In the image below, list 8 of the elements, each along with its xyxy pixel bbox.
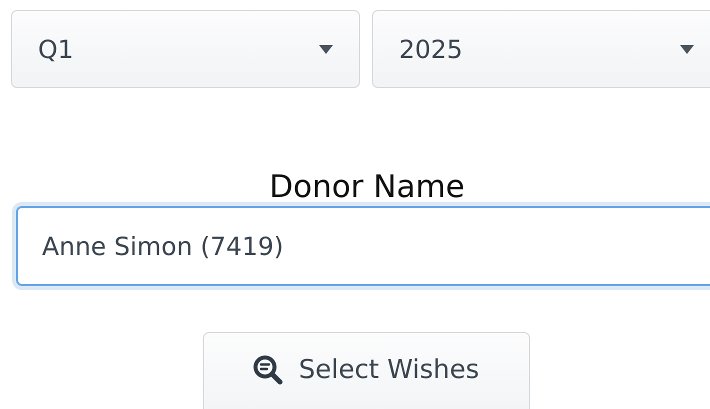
caret-icon [319,44,333,54]
field-label: Donor Name [268,168,466,206]
dropdown[interactable]: 2025 [372,10,710,88]
select-wishes-button[interactable]: Select Wishes [202,332,530,409]
dropdown[interactable]: Q1 [11,10,360,88]
input-field[interactable]: Anne Simon (7419) [16,206,710,286]
caret-icon [680,44,694,54]
search-icon [252,355,283,385]
